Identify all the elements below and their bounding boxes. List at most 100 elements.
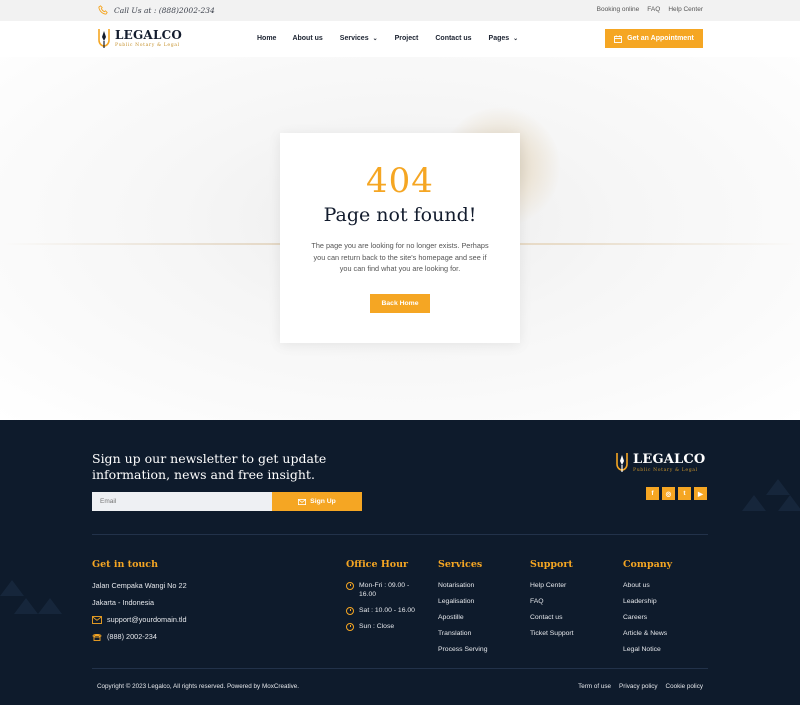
- footer-divider-top: [92, 534, 708, 535]
- nav-label: Contact us: [435, 35, 472, 42]
- nav-item-contact[interactable]: Contact us: [435, 35, 471, 42]
- decorative-triangle: [38, 598, 62, 614]
- site-logo[interactable]: LEGALCO Public Notary & Legal: [97, 27, 182, 49]
- legal-link-cookie[interactable]: Cookie policy: [666, 683, 703, 690]
- footer-divider-bottom: [92, 668, 708, 669]
- logo-tagline: Public Notary & Legal: [115, 43, 180, 48]
- telephone-icon: [92, 633, 102, 641]
- footer-office-hours: Office Hour Mon-Fri : 09.00 - 16.00 Sat …: [346, 559, 426, 638]
- nav-item-project[interactable]: Project: [395, 35, 419, 42]
- footer-link-process-serving[interactable]: Process Serving: [438, 645, 488, 654]
- decorative-triangle: [14, 598, 38, 614]
- hours-item: Mon-Fri : 09.00 - 16.00: [346, 581, 426, 599]
- nav-label: Project: [394, 35, 419, 42]
- logo-name: LEGALCO: [633, 451, 706, 467]
- footer-company: Company About us Leadership Careers Arti…: [623, 559, 672, 661]
- footer-link-about[interactable]: About us: [623, 581, 672, 590]
- main-header: LEGALCO Public Notary & Legal Home About…: [0, 21, 800, 57]
- footer-services: Services Notarisation Legalisation Apost…: [438, 559, 488, 661]
- logo-name: LEGALCO: [115, 28, 182, 42]
- nav-item-services[interactable]: Services ⌄: [340, 35, 378, 42]
- logo-tagline: Public Notary & Legal: [633, 467, 698, 473]
- newsletter-title: Sign up our newsletter to get update inf…: [92, 451, 327, 482]
- nav-label: About us: [292, 35, 323, 42]
- calendar-icon: [614, 34, 623, 43]
- contact-email[interactable]: support@yourdomain.tld: [92, 615, 187, 624]
- contact-email-text: support@yourdomain.tld: [107, 615, 187, 624]
- footer-logo[interactable]: LEGALCO Public Notary & Legal: [615, 451, 705, 473]
- appointment-label: Get an Appointment: [627, 35, 694, 42]
- decorative-triangle: [0, 580, 24, 596]
- contact-phone[interactable]: (888) 2002-234: [92, 632, 187, 641]
- mail-icon: [92, 615, 102, 624]
- footer-link-notarisation[interactable]: Notarisation: [438, 581, 488, 590]
- mail-icon: [298, 498, 307, 505]
- company-title: Company: [623, 559, 673, 570]
- call-text: Call Us at : (888)2002-234: [114, 5, 215, 15]
- footer-link-ticket-support[interactable]: Ticket Support: [530, 629, 574, 638]
- error-title: Page not found!: [323, 204, 477, 226]
- footer-link-help-center[interactable]: Help Center: [530, 581, 574, 590]
- contact-phone-text: (888) 2002-234: [107, 632, 157, 641]
- nav-item-about[interactable]: About us: [292, 35, 322, 42]
- main-menu: Home About us Services ⌄ Project Contact …: [257, 35, 518, 42]
- top-link-faq[interactable]: FAQ: [647, 6, 660, 13]
- instagram-icon[interactable]: ◎: [662, 487, 675, 500]
- nav-item-pages[interactable]: Pages ⌄: [489, 35, 519, 42]
- hours-text: Sun : Close: [359, 623, 395, 630]
- clock-icon: [346, 606, 354, 615]
- copyright-text: Copyright © 2023 Legalco, All rights res…: [97, 683, 300, 690]
- footer-link-legalisation[interactable]: Legalisation: [438, 597, 488, 606]
- call-info[interactable]: Call Us at : (888)2002-234: [98, 5, 215, 15]
- footer-support: Support Help Center FAQ Contact us Ticke…: [530, 559, 574, 645]
- legal-link-terms[interactable]: Term of use: [578, 683, 611, 690]
- footer-contact: Get in touch Jalan Cempaka Wangi No 22 J…: [92, 559, 187, 649]
- footer-link-contact[interactable]: Contact us: [530, 613, 574, 622]
- facebook-icon[interactable]: f: [646, 487, 659, 500]
- footer-link-faq[interactable]: FAQ: [530, 597, 574, 606]
- error-message: The page you are looking for no longer e…: [311, 241, 489, 273]
- decorative-triangle: [742, 495, 766, 511]
- contact-address-line1: Jalan Cempaka Wangi No 22: [92, 581, 187, 590]
- footer-link-leadership[interactable]: Leadership: [623, 597, 672, 606]
- footer-link-careers[interactable]: Careers: [623, 613, 672, 622]
- decorative-triangle: [766, 479, 790, 495]
- chevron-down-icon: ⌄: [513, 36, 519, 42]
- twitter-icon[interactable]: t: [678, 487, 691, 500]
- back-home-button[interactable]: Back Home: [370, 294, 430, 313]
- top-links: Booking online FAQ Help Center: [597, 6, 703, 13]
- logo-pen-icon: [616, 453, 628, 472]
- legal-links: Term of use Privacy policy Cookie policy: [578, 683, 703, 690]
- nav-label: Home: [257, 35, 277, 42]
- hours-title: Office Hour: [346, 559, 409, 570]
- social-links: f ◎ t ▶: [646, 487, 707, 500]
- footer-link-legal-notice[interactable]: Legal Notice: [623, 645, 672, 654]
- clock-icon: [346, 581, 354, 590]
- footer-link-apostille[interactable]: Apostille: [438, 613, 488, 622]
- hours-text: Mon-Fri : 09.00 - 16.00: [359, 582, 410, 598]
- legal-link-privacy[interactable]: Privacy policy: [619, 683, 658, 690]
- hero-section: 404 Page not found! The page you are loo…: [0, 57, 800, 420]
- top-link-help-center[interactable]: Help Center: [668, 6, 703, 13]
- hours-item: Sun : Close: [346, 622, 426, 631]
- nav-item-home[interactable]: Home: [257, 35, 276, 42]
- services-title: Services: [438, 559, 483, 570]
- logo-pen-icon: [98, 29, 110, 48]
- chevron-down-icon: ⌄: [372, 36, 378, 42]
- youtube-icon[interactable]: ▶: [694, 487, 707, 500]
- decorative-triangle: [778, 495, 800, 511]
- newsletter-signup-label: Sign Up: [310, 498, 336, 505]
- error-card: 404 Page not found! The page you are loo…: [280, 133, 520, 343]
- newsletter-email-input[interactable]: [92, 492, 272, 511]
- appointment-button[interactable]: Get an Appointment: [605, 29, 703, 48]
- top-bar: Call Us at : (888)2002-234 Booking onlin…: [0, 0, 800, 21]
- footer-link-article-news[interactable]: Article & News: [623, 629, 672, 638]
- contact-title: Get in touch: [92, 559, 158, 570]
- newsletter-signup-button[interactable]: Sign Up: [272, 492, 362, 511]
- hours-text: Sat : 10.00 - 16.00: [359, 607, 415, 614]
- nav-label: Pages: [488, 35, 510, 42]
- footer-link-translation[interactable]: Translation: [438, 629, 488, 638]
- top-link-booking[interactable]: Booking online: [597, 6, 640, 13]
- hours-item: Sat : 10.00 - 16.00: [346, 606, 426, 615]
- nav-label: Services: [339, 35, 369, 42]
